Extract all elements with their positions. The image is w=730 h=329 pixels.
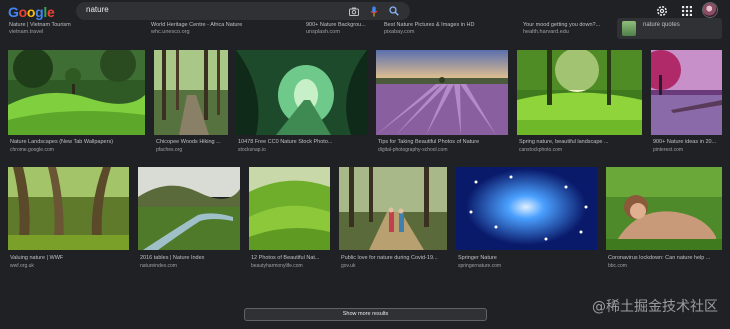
list-item[interactable]: World Heritage Centre - Africa Nature whc…	[151, 22, 281, 36]
gear-icon[interactable]	[655, 4, 669, 18]
result-source: unsplash.com	[306, 29, 340, 35]
result-source[interactable]: wwf.org.uk	[10, 263, 129, 270]
camera-icon[interactable]	[348, 5, 360, 17]
result-caption[interactable]: Springer Nature	[458, 255, 597, 262]
search-input[interactable]: nature	[86, 5, 109, 14]
result-caption[interactable]: Nature Landscapes (New Tab Wallpapers)	[10, 139, 145, 146]
image-result[interactable]: Coronavirus lockdown: Can nature help ..…	[606, 167, 722, 273]
image-result[interactable]: Valuing nature | WWF wwf.org.uk	[8, 167, 129, 273]
image-result[interactable]: 12 Photos of Beautiful Nat... beautyharm…	[249, 167, 330, 273]
thumbnail[interactable]	[651, 50, 722, 135]
image-result[interactable]: Tips for Taking Beautiful Photos of Natu…	[376, 50, 508, 158]
result-source: pixabay.com	[384, 29, 415, 35]
image-result[interactable]: 10478 Free CC0 Nature Stock Photo... sto…	[236, 50, 367, 158]
thumbnail[interactable]	[8, 50, 145, 135]
search-bar[interactable]: nature	[76, 2, 410, 20]
watermark: @稀土掘金技术社区	[592, 299, 718, 315]
result-source[interactable]: pfaches.org	[156, 147, 228, 154]
result-title: World Heritage Centre - Africa Nature	[151, 22, 243, 28]
apps-grid-icon[interactable]	[680, 4, 694, 18]
result-caption[interactable]: 12 Photos of Beautiful Nat...	[251, 255, 330, 262]
result-source: vietnam.travel	[9, 29, 44, 35]
result-source[interactable]: chrome.google.com	[10, 147, 145, 154]
result-caption[interactable]: 10478 Free CC0 Nature Stock Photo...	[238, 139, 367, 146]
logo-letter: o	[18, 4, 28, 20]
result-source: health.harvard.edu	[523, 29, 569, 35]
image-result[interactable]: 900+ Nature ideas in 20... pinterest.com	[651, 50, 722, 158]
thumbnail[interactable]	[154, 50, 228, 135]
thumbnail[interactable]	[236, 50, 367, 135]
thumbnail[interactable]	[376, 50, 508, 135]
result-caption[interactable]: Coronavirus lockdown: Can nature help ..…	[608, 255, 722, 262]
thumbnail[interactable]	[138, 167, 240, 250]
avatar[interactable]	[702, 2, 718, 18]
result-title: Best Nature Pictures & Images in HD	[384, 22, 475, 28]
result-source[interactable]: canstockphoto.com	[519, 147, 642, 154]
thumbnail[interactable]	[249, 167, 330, 250]
show-more-button[interactable]: Show more results	[244, 308, 487, 321]
search-icon[interactable]	[388, 5, 400, 17]
result-title: Nature | Vietnam Tourism	[9, 22, 71, 28]
result-title: Your mood getting you down?...	[523, 22, 601, 28]
thumbnail[interactable]	[339, 167, 447, 250]
thumbnail[interactable]	[8, 167, 129, 250]
mic-icon[interactable]	[368, 5, 380, 17]
result-source[interactable]: pinterest.com	[653, 147, 722, 154]
logo-letter: o	[26, 4, 36, 20]
google-logo[interactable]: Google	[8, 4, 55, 20]
thumbnail[interactable]	[517, 50, 642, 135]
result-title: 900+ Nature Backgrou...	[306, 22, 366, 28]
result-caption[interactable]: 900+ Nature ideas in 20...	[653, 139, 722, 146]
thumbnail[interactable]	[456, 167, 597, 250]
result-caption[interactable]: Spring nature, beautiful landscape ...	[519, 139, 642, 146]
result-source[interactable]: springernature.com	[458, 263, 597, 270]
list-item[interactable]: 900+ Nature Backgrou... unsplash.com	[306, 22, 386, 36]
thumbnail	[622, 21, 636, 36]
list-item[interactable]: Best Nature Pictures & Images in HD pixab…	[384, 22, 494, 36]
result-source[interactable]: natureindex.com	[140, 263, 240, 270]
logo-letter: e	[46, 4, 55, 20]
result-source: whc.unesco.org	[151, 29, 190, 35]
image-result[interactable]: Springer Nature springernature.com	[456, 167, 597, 273]
result-source[interactable]: stocksnap.io	[238, 147, 367, 154]
result-caption[interactable]: Tips for Taking Beautiful Photos of Natu…	[378, 139, 508, 146]
list-item[interactable]: Your mood getting you down?... health.har…	[523, 22, 613, 36]
result-caption[interactable]: Chicopee Woods Hiking ...	[156, 139, 228, 146]
thumbnail[interactable]	[606, 167, 722, 250]
related-search-card[interactable]: nature quotes	[617, 18, 722, 39]
image-result[interactable]: Public love for nature during Covid-19..…	[339, 167, 447, 273]
logo-letter: G	[8, 4, 19, 20]
list-item[interactable]: Nature | Vietnam Tourism vietnam.travel	[9, 22, 119, 36]
result-source[interactable]: bbc.com	[608, 263, 722, 270]
result-source[interactable]: beautyharmonylife.com	[251, 263, 330, 270]
result-source[interactable]: gov.uk	[341, 263, 447, 270]
related-search-label: nature quotes	[643, 22, 680, 28]
result-source[interactable]: digital-photography-school.com	[378, 147, 508, 154]
result-caption[interactable]: 2016 tables | Nature Index	[140, 255, 240, 262]
result-caption[interactable]: Public love for nature during Covid-19..…	[341, 255, 447, 262]
result-caption[interactable]: Valuing nature | WWF	[10, 255, 129, 262]
image-result[interactable]: Nature Landscapes (New Tab Wallpapers) c…	[8, 50, 145, 158]
image-result[interactable]: 2016 tables | Nature Index natureindex.c…	[138, 167, 240, 273]
image-result[interactable]: Chicopee Woods Hiking ... pfaches.org	[154, 50, 228, 158]
image-result[interactable]: Spring nature, beautiful landscape ... c…	[517, 50, 642, 158]
